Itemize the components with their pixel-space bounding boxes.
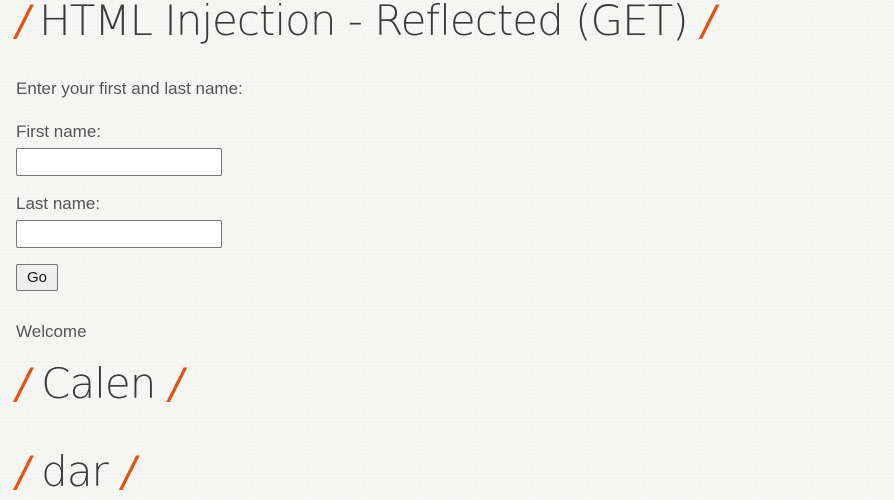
form-prompt: Enter your first and last name: [16, 79, 243, 98]
last-name-label: Last name: [16, 194, 101, 213]
injected-slash-left: / [16, 447, 30, 496]
go-button[interactable]: Go [16, 264, 58, 291]
injected-slash-right: / [169, 359, 183, 408]
page-title: / HTML Injection - Reflected (GET) / [16, 0, 716, 52]
injected-slash-left: / [16, 359, 30, 408]
page: { "header": { "slash_left": "/", "title"… [0, 0, 894, 496]
first-name-input[interactable] [16, 148, 222, 176]
first-name-label: First name: [16, 122, 102, 141]
injected-heading: / Calen / [16, 356, 184, 412]
last-name-input[interactable] [16, 220, 222, 248]
welcome-text: Welcome [16, 322, 87, 341]
title-slash-right: / [701, 0, 716, 45]
title-text: HTML Injection - Reflected (GET) [39, 0, 688, 45]
title-slash-left: / [16, 0, 30, 45]
injected-heading-text: Calen [41, 359, 156, 408]
injected-heading: / dar / [16, 444, 136, 500]
injected-heading-text: dar [41, 447, 109, 496]
injected-slash-right: / [121, 447, 136, 496]
